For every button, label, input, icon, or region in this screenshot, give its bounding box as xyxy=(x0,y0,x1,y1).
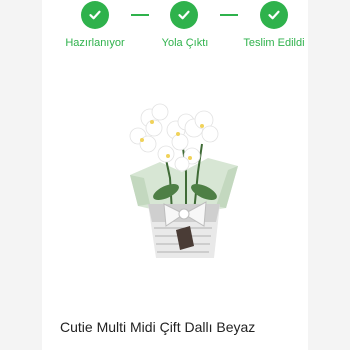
step-2-label: Yola Çıktı xyxy=(161,37,209,49)
step-1-check-icon xyxy=(81,1,109,29)
product-image[interactable] xyxy=(120,100,245,270)
product-title[interactable]: Cutie Multi Midi Çift Dallı Beyaz xyxy=(60,319,255,335)
order-status-tracker: Hazırlanıyor Yola Çıktı Teslim Edildi xyxy=(0,0,350,60)
step-connector-2 xyxy=(220,14,238,16)
step-3-label: Teslim Edildi xyxy=(243,37,305,49)
step-1-label: Hazırlanıyor xyxy=(65,37,125,49)
step-2-check-icon xyxy=(170,1,198,29)
step-3-check-icon xyxy=(260,1,288,29)
orchid-plant-icon xyxy=(129,103,238,258)
step-connector-1 xyxy=(131,14,149,16)
